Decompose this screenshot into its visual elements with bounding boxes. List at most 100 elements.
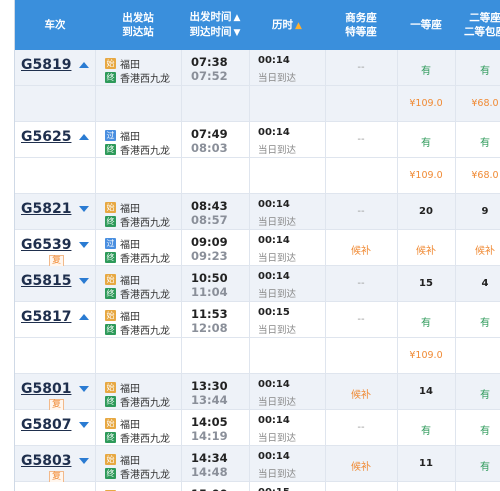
seat-first: 14 (419, 386, 433, 397)
table-row[interactable]: G5801 复始福田终香港西九龙 13:30 13:44 00:14 当日到达 候补 14 有 (15, 374, 500, 412)
duration: 00:14 (258, 415, 290, 426)
arrival-day: 当日到达 (258, 289, 297, 300)
arrival-time: 14:19 (191, 429, 228, 443)
seat-first: 11 (419, 458, 433, 469)
train-number-link[interactable]: G6539 (21, 237, 71, 253)
to-station: 终香港西九龙 (105, 214, 170, 229)
seat-first: 有 (421, 138, 431, 149)
station-pass-icon: 过 (105, 130, 116, 141)
train-number-link[interactable]: G5821 (21, 201, 71, 217)
train-number-link[interactable]: G5803 (21, 453, 71, 469)
train-number-link[interactable]: G5807 (21, 417, 71, 433)
collapse-icon[interactable] (79, 62, 90, 68)
column-divider (249, 158, 250, 193)
arrival-day: 当日到达 (258, 73, 297, 84)
from-station: 始福田 (105, 452, 140, 467)
collapse-icon[interactable] (79, 314, 90, 320)
column-divider (325, 482, 326, 491)
train-number-link[interactable]: G5815 (21, 273, 71, 289)
column-divider (249, 122, 250, 157)
expand-icon[interactable] (79, 206, 90, 212)
station-name: 福田 (120, 384, 140, 395)
from-station: 始福田 (105, 272, 140, 287)
seat-second: 9 (481, 206, 489, 217)
departure-time: 07:49 (191, 127, 228, 141)
seat-business[interactable]: 候补 (325, 386, 397, 401)
train-number-link[interactable]: G5819 (21, 57, 71, 73)
train-number-link[interactable]: G5801 (21, 381, 71, 397)
seat-second: 有 (480, 462, 490, 473)
seat-business[interactable]: 候补 (325, 242, 397, 257)
column-divider (181, 446, 182, 481)
column-divider (249, 266, 250, 301)
station-end-icon: 终 (105, 144, 116, 155)
train-number-group: G5625 (21, 129, 90, 145)
table-row: 始福田15:0000:15 (15, 482, 500, 491)
column-divider (249, 374, 250, 409)
column-divider (325, 338, 326, 373)
column-divider (455, 482, 456, 491)
from-station: 始福田 (105, 416, 140, 431)
seat-business: -- (357, 134, 365, 145)
column-divider (181, 374, 182, 409)
column-divider (181, 482, 182, 491)
column-divider (325, 86, 326, 121)
price-first: ¥109.0 (409, 98, 443, 109)
station-beg-icon: 始 (105, 58, 116, 69)
to-station: 终香港西九龙 (105, 250, 170, 265)
seat-second[interactable]: 候补 (455, 242, 500, 257)
table-row[interactable]: G5817 始福田终香港西九龙 11:53 12:08 00:15 当日到达 -- 有 有 (15, 302, 500, 338)
expand-icon[interactable] (79, 386, 90, 392)
seat-second: 4 (481, 278, 489, 289)
column-divider (95, 410, 96, 445)
expand-icon[interactable] (79, 278, 90, 284)
seat-business: -- (357, 314, 365, 325)
table-row[interactable]: G5803 复始福田终香港西九龙 14:34 14:48 00:14 当日到达 候补 11 有 (15, 446, 500, 484)
from-station: 过福田 (105, 236, 140, 251)
column-divider (95, 302, 96, 337)
departure-time: 07:38 (191, 55, 228, 69)
seat-first: 有 (421, 66, 431, 77)
station-beg-icon: 始 (105, 310, 116, 321)
column-divider (181, 158, 182, 193)
expand-icon[interactable] (79, 458, 90, 464)
price-row: ¥109.0 ¥68.0 (15, 158, 500, 194)
table-row[interactable]: G5625 过福田终香港西九龙 07:49 08:03 00:14 当日到达 -- 有 有 (15, 122, 500, 158)
departure-time: 10:50 (191, 271, 228, 285)
seat-first[interactable]: 候补 (397, 242, 455, 257)
header-times[interactable]: 出发时间 ▲ 到达时间 ▼ (181, 0, 249, 50)
duration: 00:14 (258, 235, 290, 246)
arrival-day: 当日到达 (258, 145, 297, 156)
seat-business[interactable]: 候补 (325, 458, 397, 473)
station-beg-icon: 始 (105, 274, 116, 285)
header-second: 二等座二等包座 (464, 12, 500, 38)
collapse-icon[interactable] (79, 134, 90, 140)
header-duration[interactable]: 历时 ▲ (249, 0, 325, 50)
expand-icon[interactable] (79, 422, 90, 428)
column-divider (249, 194, 250, 229)
seat-first: 有 (421, 318, 431, 329)
table-row[interactable]: G6539 复过福田终香港西九龙 09:09 09:23 00:14 当日到达 候补 候补 候补 (15, 230, 500, 268)
station-end-icon: 终 (105, 216, 116, 227)
expand-icon[interactable] (79, 242, 90, 248)
header-train[interactable]: 车次 (15, 0, 95, 50)
column-divider (249, 86, 250, 121)
duration: 00:14 (258, 451, 290, 462)
train-number-group: G5819 (21, 57, 90, 73)
arrival-day: 当日到达 (258, 397, 297, 408)
arrival-day: 当日到达 (258, 217, 297, 228)
column-divider (325, 158, 326, 193)
table-row[interactable]: G5815 始福田终香港西九龙 10:50 11:04 00:14 当日到达 -- 15 4 (15, 266, 500, 302)
table-row[interactable]: G5821 始福田终香港西九龙 08:43 08:57 00:14 当日到达 -- 20 9 (15, 194, 500, 230)
arrival-time: 08:57 (191, 213, 228, 227)
column-divider (181, 266, 182, 301)
table-row[interactable]: G5807 始福田终香港西九龙 14:05 14:19 00:14 当日到达 -- 有 有 (15, 410, 500, 446)
train-number-link[interactable]: G5625 (21, 129, 71, 145)
column-divider (249, 482, 250, 491)
train-number-group: G5801 (21, 381, 90, 397)
train-number-link[interactable]: G5817 (21, 309, 71, 325)
departure-time: 11:53 (191, 307, 228, 321)
table-row[interactable]: G5819 始福田终香港西九龙 07:38 07:52 00:14 当日到达 -- 有 有 (15, 50, 500, 86)
departure-time: 14:05 (191, 415, 228, 429)
arrival-day: 当日到达 (258, 433, 297, 444)
